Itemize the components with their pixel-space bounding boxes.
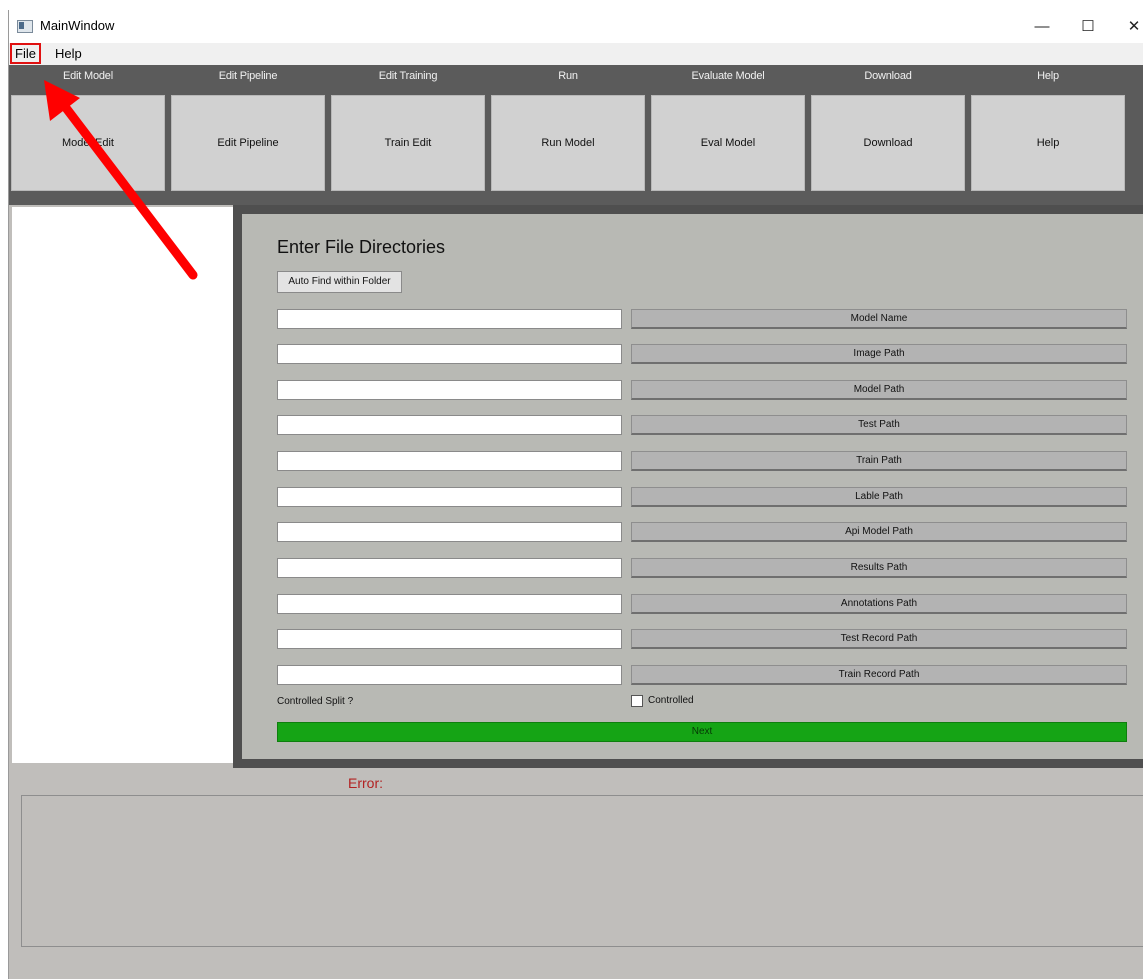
image-path-input[interactable]	[277, 344, 622, 364]
toolbar-label-edit-training: Edit Training	[378, 70, 438, 82]
toolbar-label-run: Run	[558, 70, 578, 82]
test-path-button[interactable]: Test Path	[631, 415, 1127, 435]
path-row-model-name: Model Name	[277, 309, 1132, 329]
annotations-path-button[interactable]: Annotations Path	[631, 594, 1127, 614]
train-record-path-button[interactable]: Train Record Path	[631, 665, 1127, 685]
left-panel	[12, 207, 233, 763]
train-edit-button[interactable]: Train Edit	[331, 95, 485, 191]
title-bar: MainWindow — ☐ ✕	[9, 10, 1143, 43]
error-label: Error:	[348, 775, 383, 791]
path-row-results-path: Results Path	[277, 558, 1132, 578]
path-row-annotations-path: Annotations Path	[277, 594, 1132, 614]
menu-bar: File Help	[9, 43, 1143, 65]
toolbar-group-edit-training: Edit Training Train Edit	[329, 65, 487, 205]
toolbar-label-edit-model: Edit Model	[63, 70, 113, 82]
model-name-input[interactable]	[277, 309, 622, 329]
run-model-button[interactable]: Run Model	[491, 95, 645, 191]
menu-file[interactable]: File	[10, 43, 41, 64]
eval-model-button[interactable]: Eval Model	[651, 95, 805, 191]
form-heading: Enter File Directories	[277, 237, 446, 257]
auto-find-button[interactable]: Auto Find within Folder	[277, 271, 402, 293]
toolbar-group-run: Run Run Model	[489, 65, 647, 205]
lable-path-input[interactable]	[277, 487, 622, 507]
path-row-train-record-path: Train Record Path	[277, 665, 1132, 685]
path-row-lable-path: Lable Path	[277, 487, 1132, 507]
toolbar-group-download: Download Download	[809, 65, 967, 205]
menu-help[interactable]: Help	[52, 45, 85, 62]
window-title: MainWindow	[40, 18, 115, 33]
main-window: MainWindow — ☐ ✕ File Help Edit Model Mo…	[8, 10, 1143, 979]
toolbar-label-download: Download	[864, 70, 912, 82]
help-button[interactable]: Help	[971, 95, 1125, 191]
path-row-image-path: Image Path	[277, 344, 1132, 364]
path-row-api-model-path: Api Model Path	[277, 522, 1132, 542]
train-path-input[interactable]	[277, 451, 622, 471]
path-row-model-path: Model Path	[277, 380, 1132, 400]
toolbar-group-help: Help Help	[969, 65, 1127, 205]
model-path-input[interactable]	[277, 380, 622, 400]
app-icon	[17, 20, 33, 33]
lable-path-button[interactable]: Lable Path	[631, 487, 1127, 507]
close-button[interactable]: ✕	[1111, 10, 1143, 43]
test-path-input[interactable]	[277, 415, 622, 435]
train-path-button[interactable]: Train Path	[631, 451, 1127, 471]
download-button[interactable]: Download	[811, 95, 965, 191]
controlled-checkbox[interactable]	[631, 695, 643, 707]
image-path-button[interactable]: Image Path	[631, 344, 1127, 364]
train-record-path-input[interactable]	[277, 665, 622, 685]
model-edit-button[interactable]: Model Edit	[11, 95, 165, 191]
edit-pipeline-button[interactable]: Edit Pipeline	[171, 95, 325, 191]
toolbar-label-evaluate-model: Evaluate Model	[691, 70, 765, 82]
minimize-button[interactable]: —	[1019, 10, 1065, 43]
file-directories-panel: Enter File Directories Auto Find within …	[233, 205, 1143, 768]
annotations-path-input[interactable]	[277, 594, 622, 614]
test-record-path-button[interactable]: Test Record Path	[631, 629, 1127, 649]
path-row-train-path: Train Path	[277, 451, 1132, 471]
toolbar: Edit Model Model Edit Edit Pipeline Edit…	[9, 65, 1143, 205]
controlled-split-label: Controlled Split ?	[277, 696, 354, 707]
maximize-button[interactable]: ☐	[1065, 10, 1111, 43]
toolbar-label-edit-pipeline: Edit Pipeline	[218, 70, 278, 82]
toolbar-group-evaluate-model: Evaluate Model Eval Model	[649, 65, 807, 205]
results-path-input[interactable]	[277, 558, 622, 578]
toolbar-label-help: Help	[1037, 70, 1059, 82]
next-button[interactable]: Next	[277, 722, 1127, 742]
error-output[interactable]	[21, 795, 1143, 947]
test-record-path-input[interactable]	[277, 629, 622, 649]
toolbar-group-edit-pipeline: Edit Pipeline Edit Pipeline	[169, 65, 327, 205]
controlled-checkbox-label[interactable]: Controlled	[648, 695, 694, 706]
model-path-button[interactable]: Model Path	[631, 380, 1127, 400]
api-model-path-input[interactable]	[277, 522, 622, 542]
results-path-button[interactable]: Results Path	[631, 558, 1127, 578]
api-model-path-button[interactable]: Api Model Path	[631, 522, 1127, 542]
model-name-button[interactable]: Model Name	[631, 309, 1127, 329]
toolbar-group-edit-model: Edit Model Model Edit	[9, 65, 167, 205]
path-row-test-path: Test Path	[277, 415, 1132, 435]
path-row-test-record-path: Test Record Path	[277, 629, 1132, 649]
